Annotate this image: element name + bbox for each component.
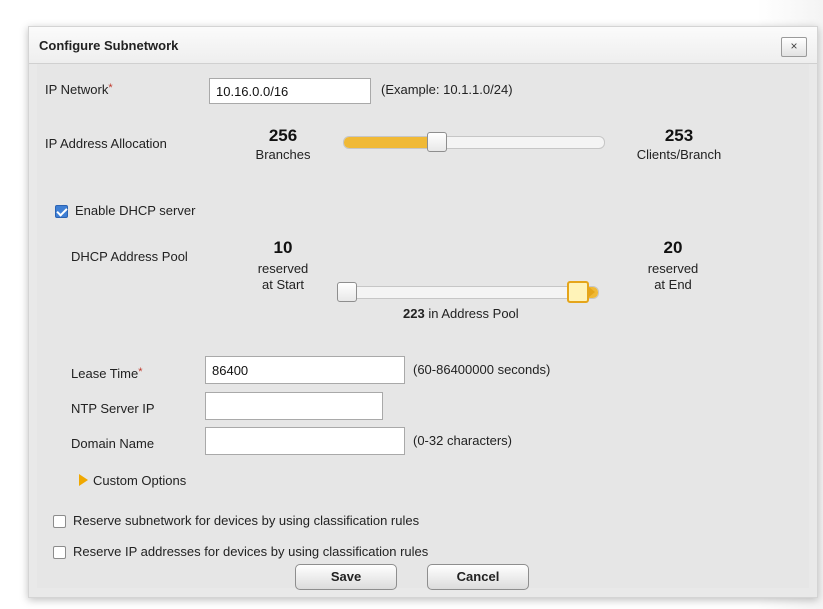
reserved-end-caption-2: at End: [654, 277, 692, 292]
address-pool-count: 223: [403, 306, 425, 321]
reserved-start-caption-1: reserved: [257, 261, 309, 276]
allocation-slider-fill: [344, 137, 438, 148]
allocation-slider-thumb[interactable]: [426, 132, 447, 152]
reserve-subnetwork-label: Reserve subnetwork for devices by using …: [73, 513, 420, 528]
ip-network-label: IP Network*: [45, 82, 113, 97]
custom-options-link[interactable]: Custom Options: [93, 473, 186, 488]
enable-dhcp-checkbox[interactable]: [55, 205, 68, 218]
address-pool-text: in Address Pool: [428, 306, 519, 321]
dhcp-pool-start-thumb[interactable]: [337, 282, 357, 302]
close-button[interactable]: ×: [781, 37, 807, 57]
lease-time-input[interactable]: [205, 356, 405, 384]
ntp-server-label: NTP Server IP: [71, 401, 155, 416]
ntp-server-input[interactable]: [205, 392, 383, 420]
branches-caption: Branches: [255, 147, 311, 162]
clients-per-branch-caption: Clients/Branch: [636, 147, 722, 162]
cancel-button[interactable]: Cancel: [427, 564, 529, 590]
allocation-slider-track[interactable]: [343, 136, 605, 149]
domain-name-label: Domain Name: [71, 436, 155, 451]
clients-per-branch-count: 253: [664, 126, 694, 145]
lease-time-label: Lease Time*: [71, 366, 142, 381]
expand-triangle-icon[interactable]: [79, 474, 88, 486]
branches-count: 256: [268, 126, 298, 145]
lease-time-hint: (60-86400000 seconds): [413, 362, 551, 377]
end-thumb-arrow-icon: [589, 287, 595, 297]
enable-dhcp-label: Enable DHCP server: [75, 203, 196, 218]
required-marker: *: [138, 366, 143, 378]
dialog-body: IP Network* (Example: 10.1.1.0/24) IP Ad…: [37, 64, 809, 590]
reserved-start-count: 10: [273, 238, 293, 257]
reserve-subnetwork-checkbox[interactable]: [53, 515, 66, 528]
ip-network-input[interactable]: [209, 78, 371, 104]
domain-name-input[interactable]: [205, 427, 405, 455]
domain-name-hint: (0-32 characters): [413, 433, 512, 448]
required-marker: *: [108, 82, 113, 94]
save-button[interactable]: Save: [295, 564, 397, 590]
configure-subnetwork-dialog: Configure Subnetwork × IP Network* (Exam…: [28, 26, 818, 598]
dhcp-pool-end-thumb[interactable]: [567, 281, 589, 303]
dhcp-pool-slider-track[interactable]: [337, 286, 599, 299]
reserve-ip-checkbox[interactable]: [53, 546, 66, 559]
ip-allocation-label: IP Address Allocation: [45, 136, 167, 151]
dialog-titlebar: Configure Subnetwork ×: [29, 27, 817, 64]
dialog-title: Configure Subnetwork: [39, 38, 179, 53]
reserved-start-caption-2: at Start: [262, 277, 304, 292]
reserved-end-caption-1: reserved: [647, 261, 699, 276]
dhcp-pool-label: DHCP Address Pool: [71, 249, 188, 264]
reserved-end-count: 20: [663, 238, 683, 257]
ip-network-label-text: IP Network: [45, 82, 109, 97]
lease-time-label-text: Lease Time: [71, 366, 139, 381]
reserve-ip-label: Reserve IP addresses for devices by usin…: [73, 544, 429, 559]
address-pool-summary: 223 in Address Pool: [403, 306, 519, 321]
ip-network-hint: (Example: 10.1.1.0/24): [381, 82, 513, 97]
